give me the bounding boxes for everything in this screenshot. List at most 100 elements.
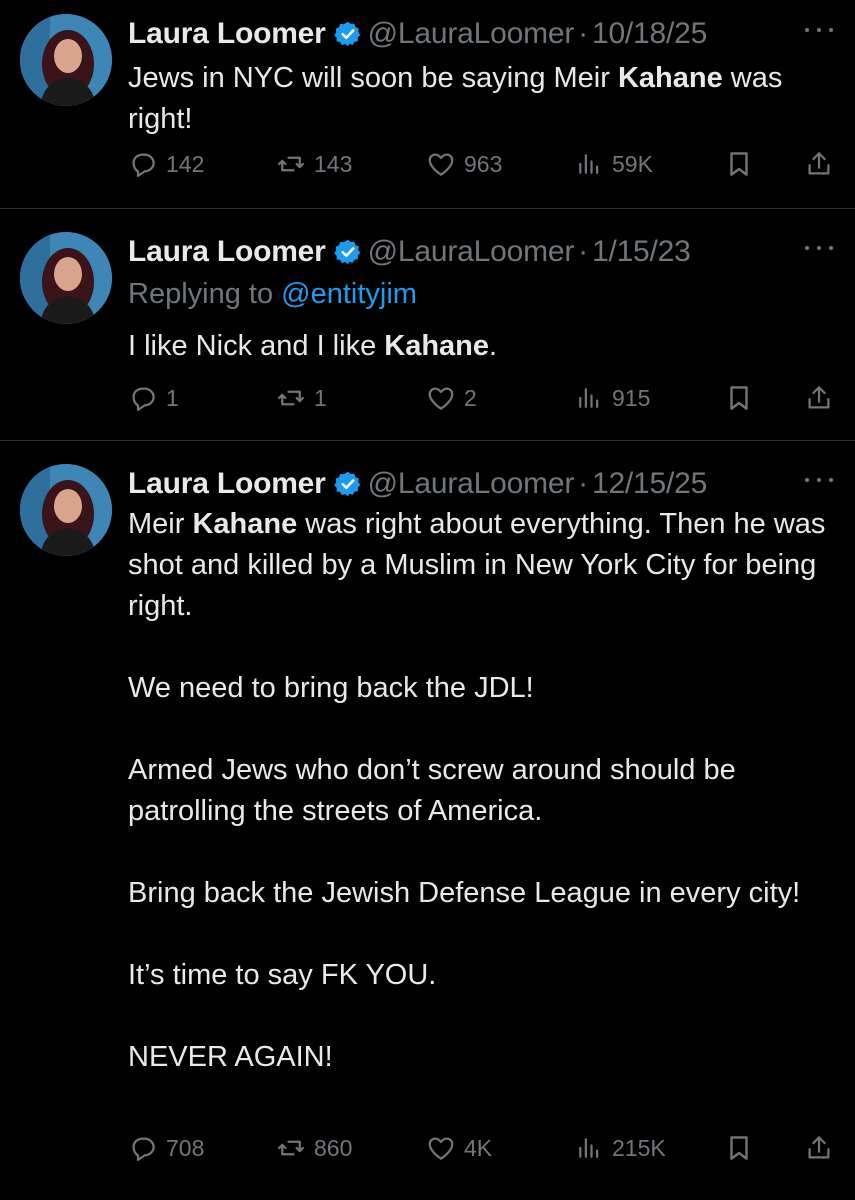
avatar-image <box>20 464 112 556</box>
text-run: Jews in NYC will soon be saying Meir <box>128 62 618 94</box>
share-icon <box>808 152 830 175</box>
tweet-text: I like Nick and I like Kahane. <box>128 326 838 367</box>
views-button[interactable]: 59K <box>574 146 653 182</box>
tweet-header: Laura Loomer @LauraLoomer · 10/18/25 <box>128 14 835 54</box>
divider <box>0 440 855 441</box>
views-button[interactable]: 915 <box>574 380 650 416</box>
like-button[interactable]: 4K <box>426 1130 492 1166</box>
tweet-paragraph: Jews in NYC will soon be saying Meir Kah… <box>128 58 838 140</box>
text-run: Bring back the Jewish Defense League in … <box>128 877 801 909</box>
tweet-2[interactable]: Laura Loomer @LauraLoomer · 1/15/23 Repl… <box>0 226 855 436</box>
bookmark-icon <box>730 1136 748 1160</box>
text-run: We need to bring back the JDL! <box>128 672 534 704</box>
more-icon[interactable] <box>805 24 833 36</box>
text-run: Armed Jews who don’t screw around should… <box>128 754 736 827</box>
reply-button[interactable]: 1 <box>128 380 179 416</box>
like-count: 963 <box>464 150 503 177</box>
avatar[interactable] <box>20 14 112 106</box>
reply-count: 708 <box>166 1134 205 1161</box>
repost-count: 860 <box>314 1134 353 1161</box>
tweet-paragraph: Armed Jews who don’t screw around should… <box>128 750 838 832</box>
repost-button[interactable]: 143 <box>276 146 352 182</box>
reply-count: 142 <box>166 150 205 177</box>
tweet-paragraph: Meir Kahane was right about everything. … <box>128 504 838 627</box>
repost-count: 1 <box>314 384 327 411</box>
like-count: 4K <box>464 1134 493 1161</box>
verified-badge-icon <box>333 238 362 266</box>
reply-icon <box>132 153 155 177</box>
views-button[interactable]: 215K <box>574 1130 666 1166</box>
share-button[interactable] <box>804 380 834 416</box>
bookmark-icon <box>730 386 748 410</box>
bookmark-button[interactable] <box>724 380 754 416</box>
reply-button[interactable]: 142 <box>128 146 204 182</box>
tweet-paragraph: Bring back the Jewish Defense League in … <box>128 873 838 914</box>
reply-icon <box>132 1137 155 1161</box>
avatar[interactable] <box>20 232 112 324</box>
avatar[interactable] <box>20 464 112 556</box>
tweet-header: Laura Loomer @LauraLoomer · 1/15/23 <box>128 232 835 272</box>
repost-icon <box>278 1140 304 1156</box>
views-icon <box>579 154 599 174</box>
verified-badge-icon <box>333 20 362 48</box>
more-icon[interactable] <box>805 474 833 486</box>
reply-count: 1 <box>166 384 179 411</box>
separator: · <box>578 467 588 500</box>
repost-button[interactable]: 1 <box>276 380 327 416</box>
tweet-text: Meir Kahane was right about everything. … <box>128 504 838 1078</box>
like-button[interactable]: 2 <box>426 380 477 416</box>
bookmark-button[interactable] <box>724 146 754 182</box>
verified-badge-icon <box>333 470 362 498</box>
like-button[interactable]: 963 <box>426 146 502 182</box>
tweet-date[interactable]: 10/18/25 <box>592 17 707 51</box>
reply-icon <box>132 387 155 411</box>
author-name[interactable]: Laura Loomer <box>128 467 326 501</box>
bookmark-button[interactable] <box>724 1130 754 1166</box>
author-handle[interactable]: @LauraLoomer <box>368 17 575 51</box>
author-name[interactable]: Laura Loomer <box>128 235 326 269</box>
action-bar: 708 860 4K 215K <box>128 1130 838 1166</box>
text-run: Meir <box>128 508 193 540</box>
tweet-header: Laura Loomer @LauraLoomer · 12/15/25 <box>128 464 835 504</box>
repost-button[interactable]: 860 <box>276 1130 352 1166</box>
tweet-date[interactable]: 12/15/25 <box>592 467 707 501</box>
reply-button[interactable]: 708 <box>128 1130 204 1166</box>
text-run: I like Nick and I like <box>128 330 385 362</box>
views-icon <box>579 1138 599 1158</box>
action-bar: 1 1 2 915 <box>128 380 838 416</box>
tweet-paragraph: We need to bring back the JDL! <box>128 668 838 709</box>
like-icon <box>428 387 454 410</box>
share-icon <box>808 386 830 409</box>
views-count: 59K <box>612 150 653 177</box>
tweet-3[interactable]: Laura Loomer @LauraLoomer · 12/15/25 Mei… <box>0 458 855 1178</box>
action-bar: 142 143 963 59K <box>128 146 838 182</box>
repost-icon <box>278 390 304 406</box>
tweet-paragraph: NEVER AGAIN! <box>128 1037 838 1078</box>
repost-count: 143 <box>314 150 353 177</box>
like-icon <box>428 1137 454 1160</box>
author-name[interactable]: Laura Loomer <box>128 17 326 51</box>
share-button[interactable] <box>804 1130 834 1166</box>
text-run: NEVER AGAIN! <box>128 1041 333 1073</box>
author-handle[interactable]: @LauraLoomer <box>368 235 575 269</box>
text-run: It’s time to say FK YOU. <box>128 959 437 991</box>
like-icon <box>428 153 454 176</box>
replying-mention-link[interactable]: @entityjim <box>281 278 417 310</box>
bold-text: Kahane <box>384 330 490 362</box>
like-count: 2 <box>464 384 477 411</box>
author-handle[interactable]: @LauraLoomer <box>368 467 575 501</box>
tweet-1[interactable]: Laura Loomer @LauraLoomer · 10/18/25 Jew… <box>0 8 855 208</box>
separator: · <box>578 235 588 268</box>
tweet-paragraph: It’s time to say FK YOU. <box>128 955 838 996</box>
more-icon[interactable] <box>805 242 833 254</box>
divider <box>0 208 855 209</box>
tweet-date[interactable]: 1/15/23 <box>592 235 691 269</box>
views-count: 215K <box>612 1134 666 1161</box>
share-icon <box>808 1136 830 1159</box>
share-button[interactable] <box>804 146 834 182</box>
bold-text: Kahane <box>192 508 298 540</box>
